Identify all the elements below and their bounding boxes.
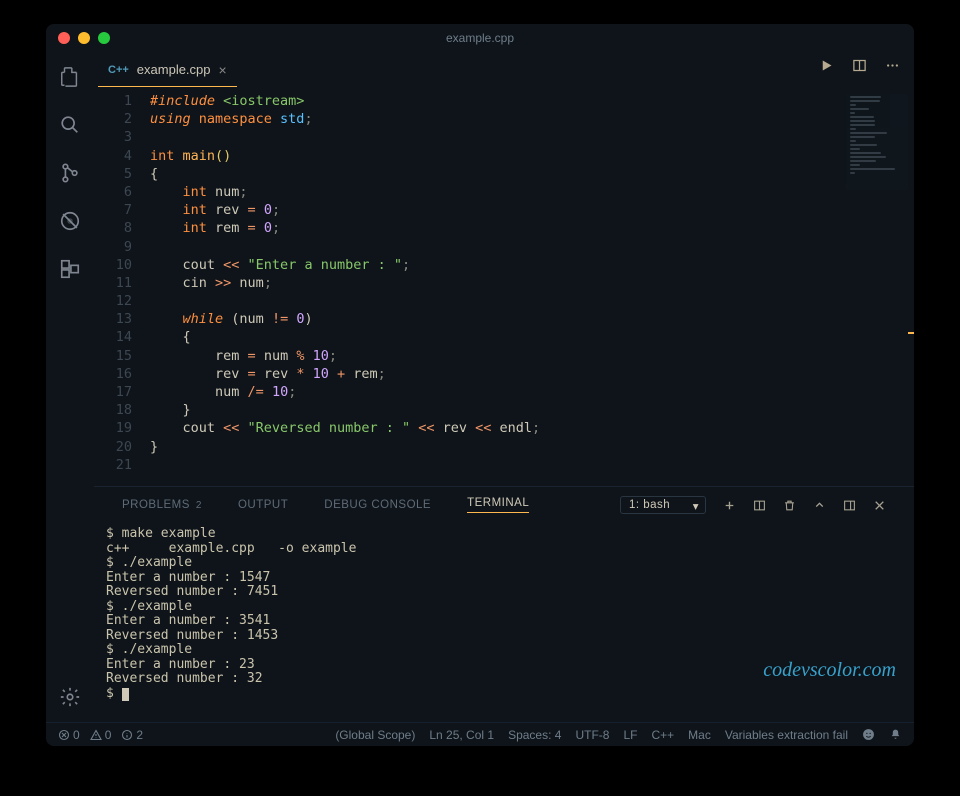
- editor-actions: [819, 58, 900, 73]
- settings-gear-icon[interactable]: [57, 684, 83, 710]
- main-area: C++ example.cpp × 1234567891011121314151…: [46, 52, 914, 722]
- code-editor[interactable]: 123456789101112131415161718192021 #inclu…: [94, 88, 914, 486]
- feedback-icon[interactable]: [862, 728, 875, 741]
- status-cursor-position[interactable]: Ln 25, Col 1: [429, 728, 494, 742]
- notifications-bell-icon[interactable]: [889, 728, 902, 741]
- split-editor-icon[interactable]: [852, 58, 867, 73]
- close-panel-icon[interactable]: [872, 498, 886, 512]
- window-minimize-button[interactable]: [78, 32, 90, 44]
- status-eol[interactable]: LF: [623, 728, 637, 742]
- status-bar: 0 0 2 (Global Scope) Ln 25, Col 1 Spaces…: [46, 722, 914, 746]
- more-actions-icon[interactable]: [885, 58, 900, 73]
- status-extra-message[interactable]: Variables extraction fail: [725, 728, 848, 742]
- terminal-output[interactable]: $ make example c++ example.cpp -o exampl…: [94, 523, 914, 722]
- source-control-icon[interactable]: [57, 160, 83, 186]
- panel-tab-debug-console[interactable]: DEBUG CONSOLE: [324, 499, 431, 511]
- activity-bar: [46, 52, 94, 722]
- status-encoding[interactable]: UTF-8: [575, 728, 609, 742]
- minimap[interactable]: [846, 94, 908, 190]
- traffic-lights: [58, 32, 110, 44]
- status-errors[interactable]: 0: [58, 728, 80, 742]
- close-tab-icon[interactable]: ×: [219, 62, 227, 78]
- problems-count-badge: 2: [196, 500, 202, 511]
- panel-tab-output[interactable]: OUTPUT: [238, 499, 288, 511]
- editor-area: C++ example.cpp × 1234567891011121314151…: [94, 52, 914, 722]
- search-icon[interactable]: [57, 112, 83, 138]
- split-terminal-icon[interactable]: [752, 498, 766, 512]
- terminal-shell-select[interactable]: 1: bash ▾: [620, 496, 706, 514]
- window-maximize-button[interactable]: [98, 32, 110, 44]
- panel-tab-problems[interactable]: PROBLEMS2: [122, 499, 202, 511]
- cpp-file-icon: C++: [108, 64, 129, 76]
- run-icon[interactable]: [819, 58, 834, 73]
- status-scope[interactable]: (Global Scope): [335, 728, 415, 742]
- maximize-panel-icon[interactable]: [812, 498, 826, 512]
- editor-window: example.cpp C: [46, 24, 914, 746]
- status-indentation[interactable]: Spaces: 4: [508, 728, 561, 742]
- bottom-panel: PROBLEMS2 OUTPUT DEBUG CONSOLE TERMINAL …: [94, 486, 914, 722]
- tab-bar: C++ example.cpp ×: [94, 52, 914, 88]
- toggle-panel-position-icon[interactable]: [842, 498, 856, 512]
- status-os[interactable]: Mac: [688, 728, 711, 742]
- window-title: example.cpp: [446, 31, 514, 45]
- panel-actions: 1: bash ▾: [620, 496, 886, 514]
- explorer-icon[interactable]: [57, 64, 83, 90]
- window-close-button[interactable]: [58, 32, 70, 44]
- tab-example-cpp[interactable]: C++ example.cpp ×: [98, 54, 237, 87]
- terminal-cursor: [122, 688, 129, 701]
- watermark: codevscolor.com: [763, 659, 896, 682]
- debug-icon[interactable]: [57, 208, 83, 234]
- extensions-icon[interactable]: [57, 256, 83, 282]
- panel-tabs: PROBLEMS2 OUTPUT DEBUG CONSOLE TERMINAL …: [94, 487, 914, 523]
- panel-tab-terminal[interactable]: TERMINAL: [467, 497, 529, 513]
- status-language[interactable]: C++: [651, 728, 674, 742]
- line-number-gutter: 123456789101112131415161718192021: [94, 92, 150, 486]
- code-content[interactable]: #include <iostream> using namespace std;…: [150, 92, 914, 486]
- new-terminal-icon[interactable]: [722, 498, 736, 512]
- status-info[interactable]: 2: [121, 728, 143, 742]
- status-warnings[interactable]: 0: [90, 728, 112, 742]
- titlebar[interactable]: example.cpp: [46, 24, 914, 52]
- overview-ruler-mark: [908, 332, 914, 334]
- kill-terminal-icon[interactable]: [782, 498, 796, 512]
- tab-filename: example.cpp: [137, 62, 211, 77]
